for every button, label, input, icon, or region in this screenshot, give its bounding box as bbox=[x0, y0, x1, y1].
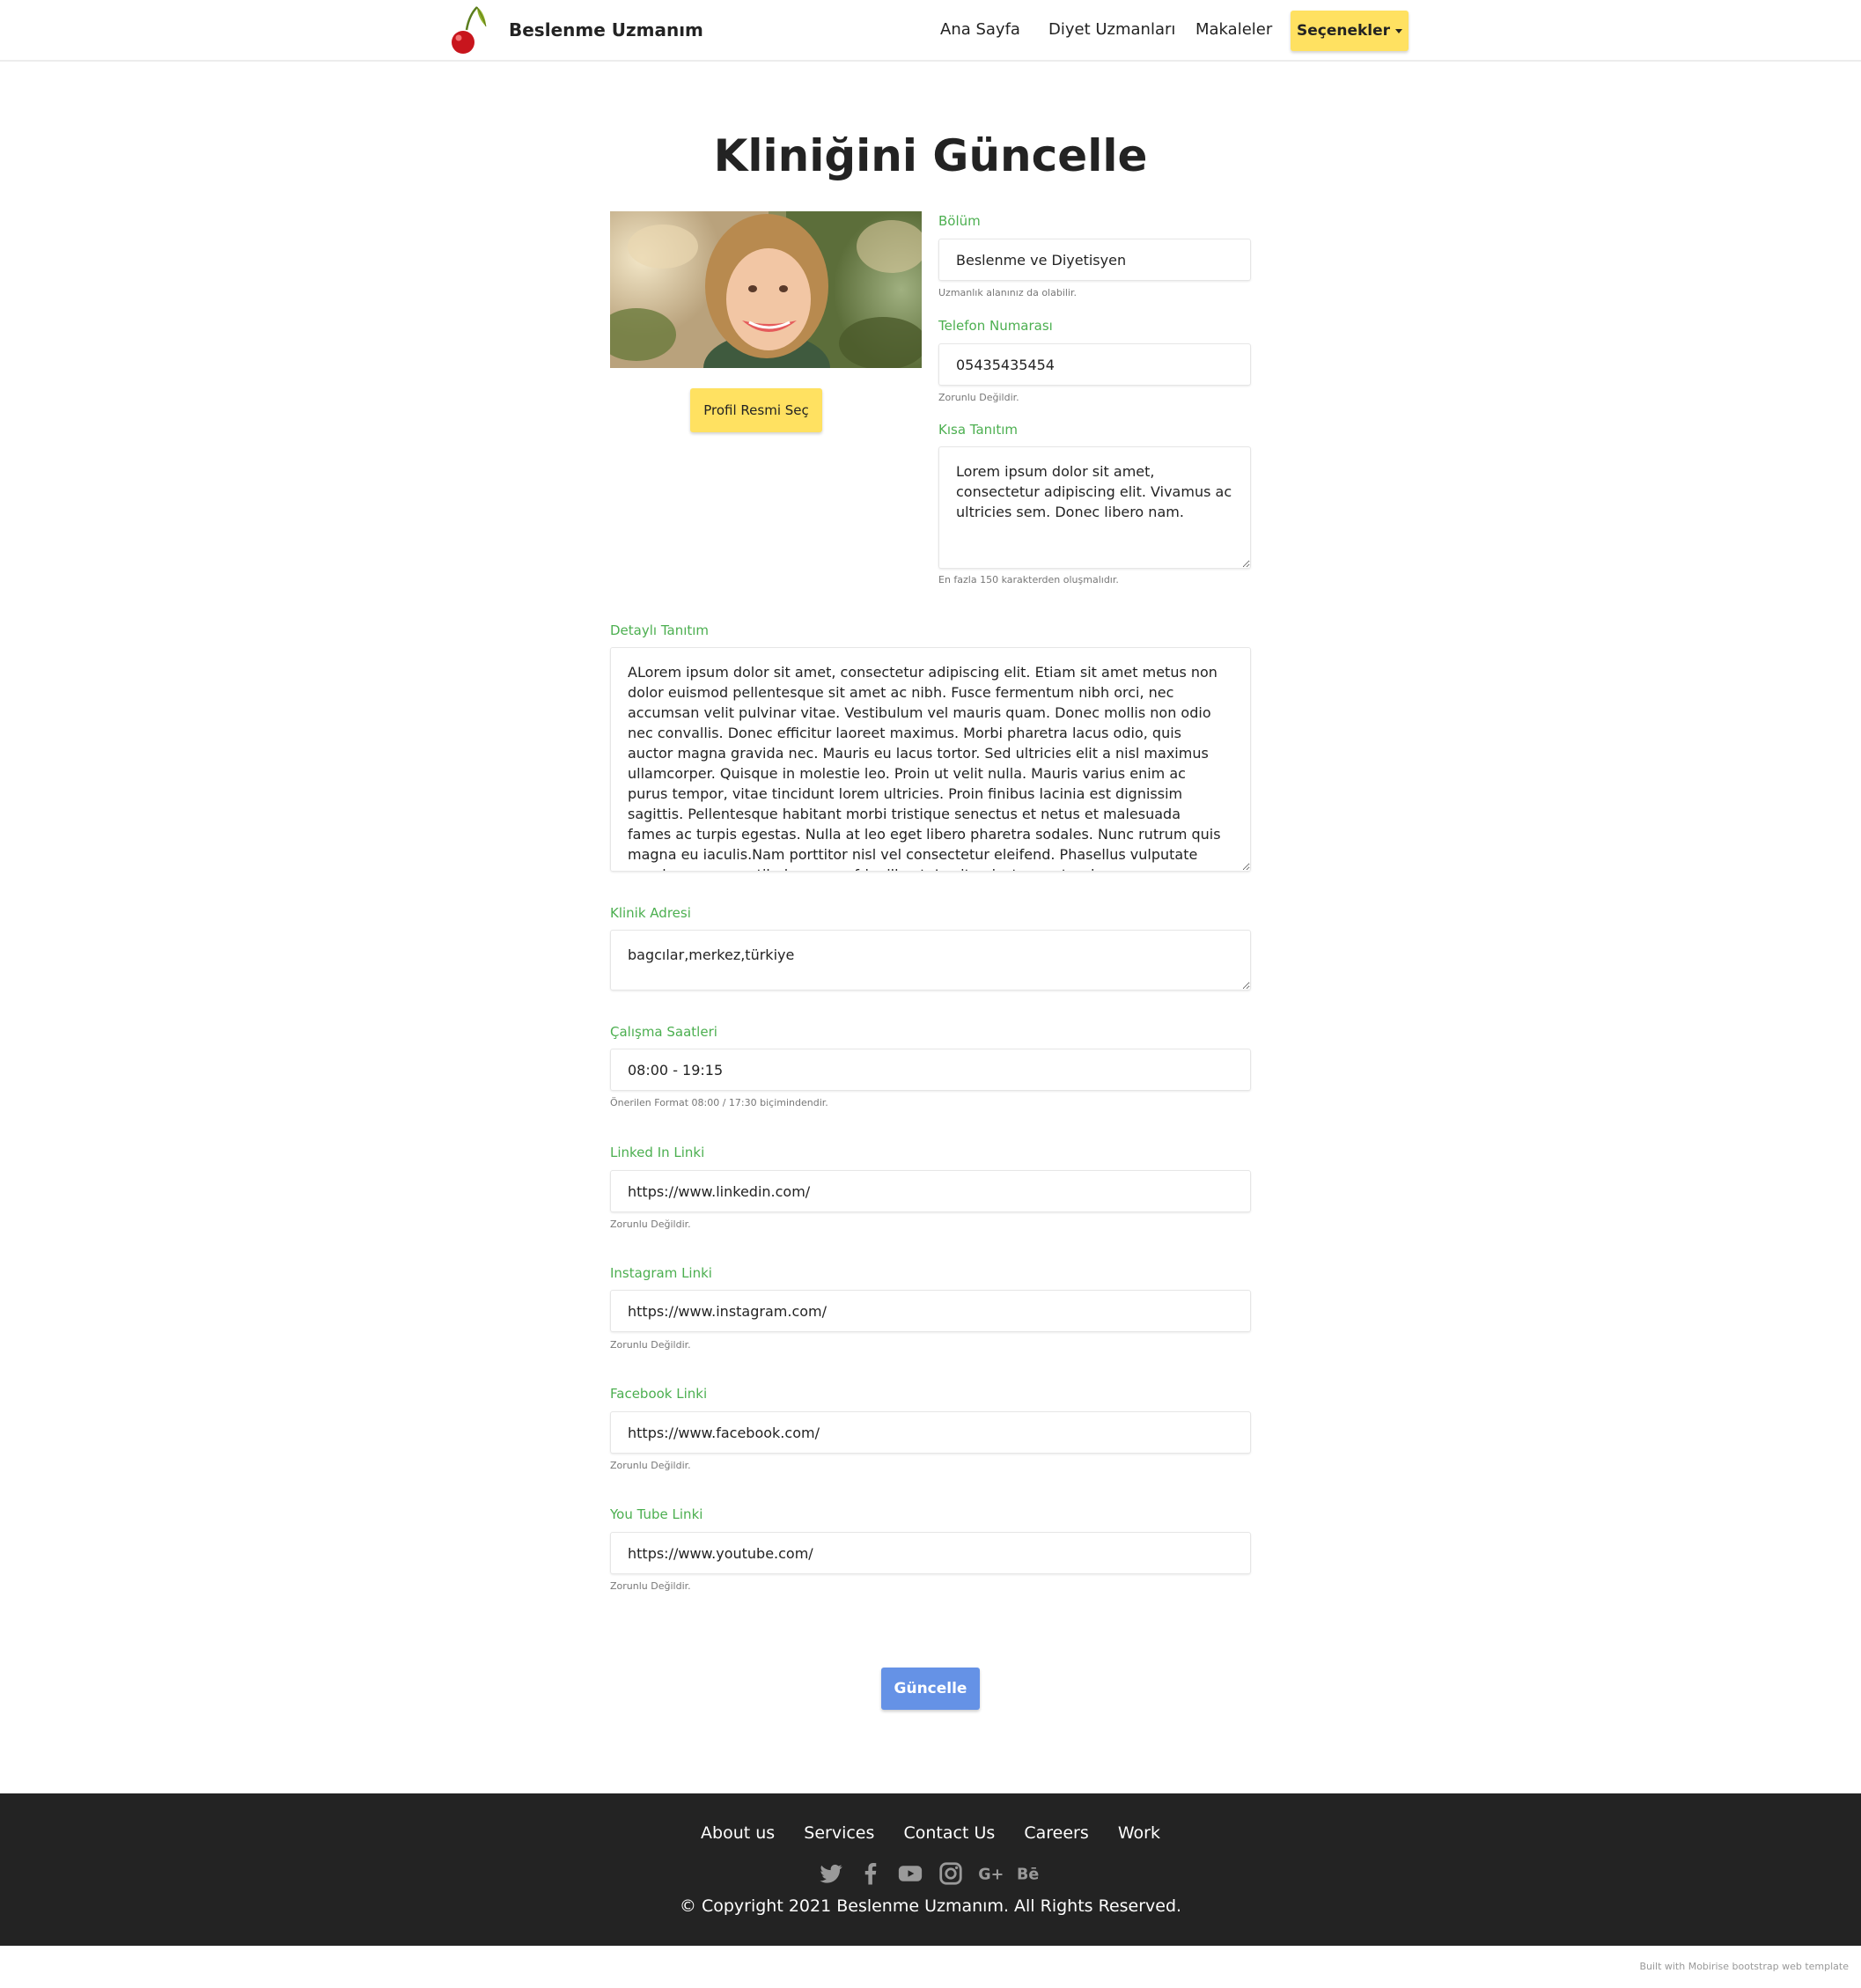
facebook-icon[interactable] bbox=[857, 1860, 885, 1887]
hint-linkedin: Zorunlu Değildir. bbox=[610, 1219, 691, 1230]
linkedin-input[interactable] bbox=[610, 1170, 1251, 1212]
nav-link-ana-sayfa[interactable]: Ana Sayfa bbox=[940, 20, 1020, 39]
svg-text:G+: G+ bbox=[978, 1866, 1004, 1883]
footer-link-contact-us[interactable]: Contact Us bbox=[903, 1823, 995, 1843]
hint-facebook: Zorunlu Değildir. bbox=[610, 1460, 691, 1471]
footer: About us Services Contact Us Careers Wor… bbox=[0, 1793, 1861, 1946]
twitter-icon[interactable] bbox=[817, 1860, 845, 1887]
label-instagram: Instagram Linki bbox=[610, 1265, 712, 1281]
update-button[interactable]: Güncelle bbox=[881, 1668, 980, 1710]
label-kisa-tanitim: Kısa Tanıtım bbox=[938, 422, 1018, 438]
footer-link-about-us[interactable]: About us bbox=[701, 1823, 775, 1843]
label-calisma-saatleri: Çalışma Saatleri bbox=[610, 1024, 717, 1040]
footer-links: About us Services Contact Us Careers Wor… bbox=[0, 1823, 1861, 1843]
label-telefon: Telefon Numarası bbox=[938, 318, 1053, 334]
navbar: Beslenme Uzmanım Ana Sayfa Diyet Uzmanla… bbox=[0, 0, 1861, 62]
caret-down-icon bbox=[1395, 28, 1403, 33]
instagram-icon[interactable] bbox=[937, 1860, 965, 1887]
hint-telefon: Zorunlu Değildir. bbox=[938, 392, 1019, 403]
profile-photo bbox=[610, 211, 922, 368]
detayli-tanitim-textarea[interactable]: ALorem ipsum dolor sit amet, consectetur… bbox=[610, 647, 1251, 872]
label-linkedin: Linked In Linki bbox=[610, 1145, 705, 1160]
options-dropdown-label: Seçenekler bbox=[1296, 22, 1391, 40]
hint-instagram: Zorunlu Değildir. bbox=[610, 1339, 691, 1351]
nav-link-makaleler[interactable]: Makaleler bbox=[1195, 20, 1272, 39]
hint-youtube: Zorunlu Değildir. bbox=[610, 1580, 691, 1592]
social-icons: G+ Bē bbox=[0, 1860, 1861, 1887]
behance-icon[interactable]: Bē bbox=[1016, 1860, 1044, 1887]
kisa-tanitim-textarea[interactable]: Lorem ipsum dolor sit amet, consectetur … bbox=[938, 446, 1251, 569]
footer-link-services[interactable]: Services bbox=[804, 1823, 874, 1843]
hint-kisa-tanitim: En fazla 150 karakterden oluşmalıdır. bbox=[938, 574, 1119, 585]
copyright-text: © Copyright 2021 Beslenme Uzmanım. All R… bbox=[679, 1896, 1182, 1916]
built-with-text[interactable]: Built with Mobirise bootstrap web templa… bbox=[1639, 1961, 1849, 1972]
google-plus-icon[interactable]: G+ bbox=[976, 1860, 1004, 1887]
svg-text:Bē: Bē bbox=[1017, 1866, 1039, 1883]
youtube-input[interactable] bbox=[610, 1532, 1251, 1574]
footer-link-work[interactable]: Work bbox=[1118, 1823, 1160, 1843]
footer-link-careers[interactable]: Careers bbox=[1024, 1823, 1088, 1843]
hint-bolum: Uzmanlık alanınız da olabilir. bbox=[938, 287, 1078, 298]
calisma-saatleri-input[interactable] bbox=[610, 1049, 1251, 1091]
telefon-input[interactable] bbox=[938, 343, 1251, 386]
brand-name[interactable]: Beslenme Uzmanım bbox=[509, 19, 703, 40]
label-bolum: Bölüm bbox=[938, 213, 981, 229]
label-detayli-tanitim: Detaylı Tanıtım bbox=[610, 622, 710, 638]
cherry-logo-icon[interactable] bbox=[447, 4, 491, 58]
youtube-icon[interactable] bbox=[896, 1860, 924, 1887]
instagram-input[interactable] bbox=[610, 1290, 1251, 1332]
label-youtube: You Tube Linki bbox=[610, 1506, 703, 1522]
page-title: Kliniğini Güncelle bbox=[713, 130, 1148, 181]
select-profile-photo-button[interactable]: Profil Resmi Seç bbox=[690, 388, 822, 432]
label-facebook: Facebook Linki bbox=[610, 1386, 708, 1402]
nav-link-diyet-uzmanlari[interactable]: Diyet Uzmanları bbox=[1048, 20, 1175, 39]
bolum-input[interactable] bbox=[938, 239, 1251, 281]
label-klinik-adresi: Klinik Adresi bbox=[610, 905, 691, 921]
options-dropdown-button[interactable]: Seçenekler bbox=[1291, 11, 1409, 51]
hint-calisma-saatleri: Önerilen Format 08:00 / 17:30 biçiminden… bbox=[610, 1097, 828, 1108]
klinik-adresi-textarea[interactable]: bagcılar,merkez,türkiye bbox=[610, 930, 1251, 990]
facebook-input[interactable] bbox=[610, 1411, 1251, 1454]
